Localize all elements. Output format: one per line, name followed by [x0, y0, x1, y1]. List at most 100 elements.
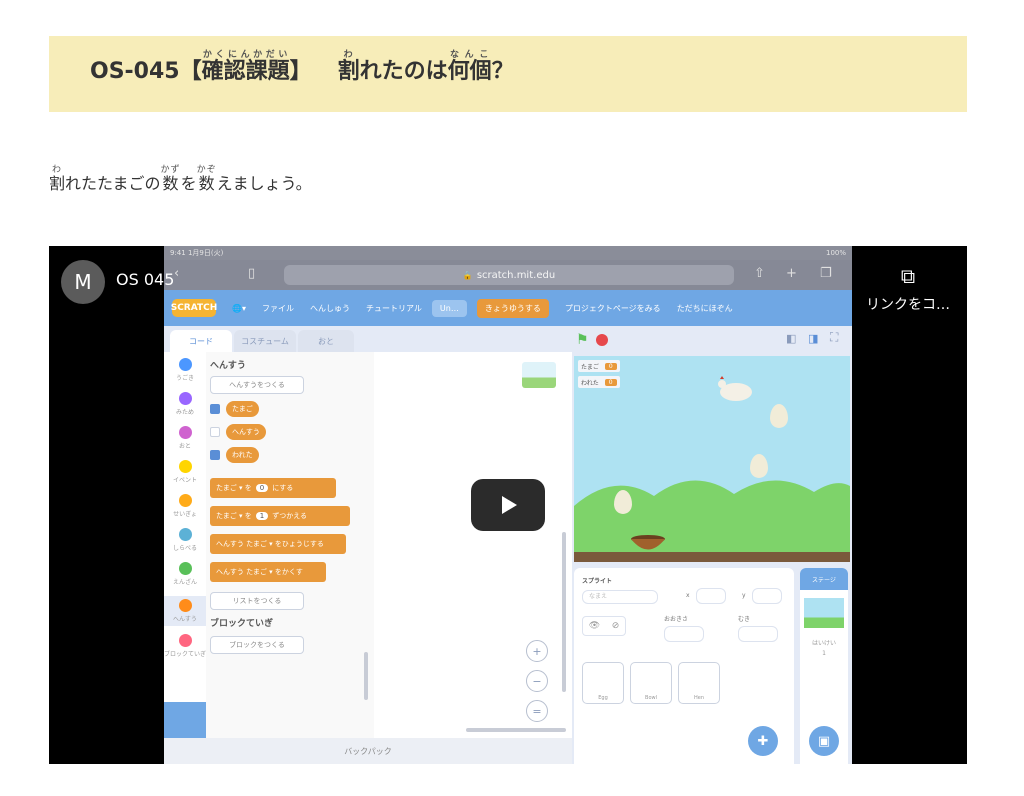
scratch-menubar: SCRATCH 🌐▾ ファイル へんしゅう チュートリアル Un… きょうゆうす… [164, 290, 852, 326]
block-set-variable: たまご ▾ を 0 にする [210, 478, 336, 498]
add-backdrop-button: ▣ [809, 726, 839, 756]
zoom-reset-button: = [526, 700, 548, 722]
instruction-text: 割わ れたたまごの 数かず を 数かぞ えましょう。 [49, 165, 312, 193]
palette-heading-my-blocks: ブロックていぎ [210, 619, 274, 629]
block-hide-variable: へんすう たまご ▾ をかくす [210, 562, 326, 582]
safari-bar: ‹ ▯ 🔒 scratch.mit.edu ⇧ + ❐ [164, 260, 852, 290]
play-button[interactable] [471, 479, 545, 531]
category-looks: みため [164, 392, 206, 416]
egg-sprite [770, 404, 788, 428]
var-checkbox-wareta [210, 450, 220, 460]
tab-code: コード [170, 330, 232, 352]
sprite-name-field: なまえ [582, 590, 658, 604]
direction-field [738, 626, 778, 642]
sprite-thumb-bowl: Bowl [630, 662, 672, 704]
copy-link-button[interactable]: ⧉ リンクをコ… [858, 264, 958, 314]
category-my-blocks: ブロックていぎ [164, 634, 206, 658]
scratch-logo: SCRATCH [171, 299, 217, 317]
var-checkbox-hensuu [210, 427, 220, 437]
title-word-1: 確認課題かくにんかだい [201, 50, 290, 84]
small-stage-icon: ◧ [786, 332, 797, 345]
size-field [664, 626, 704, 642]
palette-heading-variables: へんすう [210, 361, 246, 371]
lock-icon: 🔒 [462, 270, 473, 280]
plus-icon: + [786, 266, 797, 281]
stage-tab: ステージ [800, 568, 848, 590]
menu-save-now: ただちにほぞん [676, 303, 733, 313]
category-motion: うごき [164, 358, 206, 382]
title-bracket: 】 [289, 59, 312, 84]
bowl-sprite [631, 535, 665, 550]
project-title-field: Un… [431, 299, 467, 317]
zoom-in-button: + [526, 640, 548, 662]
show-eye-icon: 👁 [588, 621, 601, 631]
block-change-variable: たまご ▾ を 1 ずつかえる [210, 506, 350, 526]
book-icon: ▯ [248, 266, 256, 281]
sprite-thumb-hen: Hen [678, 662, 720, 704]
make-list-button: リストをつくる [210, 592, 304, 610]
stage-canvas: たまご 0 われた 0 [574, 356, 850, 562]
title-word-3: 何個なんこ [447, 50, 492, 84]
category-control: せいぎょ [164, 494, 206, 518]
y-field [752, 588, 782, 604]
hide-eye-icon: ⊘ [611, 621, 620, 631]
page-title: OS-045【 確認課題かくにんかだい 】 割わ れたのは 何個なんこ ？ [90, 50, 514, 85]
share-icon: ⇧ [754, 266, 765, 281]
video-title[interactable]: OS 045 [116, 270, 174, 289]
share-button: きょうゆうする [476, 298, 549, 318]
egg-sprite [614, 490, 632, 514]
script-scrollbar-vertical [562, 532, 566, 692]
monitor-wareta: われた 0 [578, 376, 620, 388]
var-checkbox-tamago [210, 404, 220, 414]
menu-tutorial: チュートリアル [365, 303, 422, 313]
x-field [696, 588, 726, 604]
back-icon: ‹ [174, 266, 180, 281]
title-mid: れたのは [359, 59, 448, 84]
menu-edit: へんしゅう [309, 303, 350, 313]
zoom-out-button: − [526, 670, 548, 692]
category-sound: おと [164, 426, 206, 450]
hills-backdrop [574, 480, 850, 556]
url-field: 🔒 scratch.mit.edu [284, 265, 734, 285]
script-scrollbar-horizontal [466, 728, 566, 732]
backdrops-label: はいけい [811, 640, 836, 647]
block-show-variable: へんすう たまご ▾ をひょうじする [210, 534, 346, 554]
sprite-thumb-egg: Egg [582, 662, 624, 704]
block-categories: うごき みため おと イベント せいぎょ しらべる えんざん へんすう ブロック… [164, 352, 207, 764]
visibility-toggle: 👁 ⊘ [582, 616, 626, 636]
green-flag-icon: ⚑ [576, 332, 589, 348]
tab-costumes: コスチューム [234, 330, 296, 352]
stop-icon [596, 334, 608, 346]
channel-avatar[interactable]: M [61, 260, 105, 304]
video-player[interactable]: 9:41 1月9日(火) 100% ‹ ▯ 🔒 scratch.mit.edu ⇧ … [49, 246, 967, 764]
title-code: OS-045【 [90, 59, 202, 84]
stage-thumbnail-icon [522, 362, 556, 388]
title-end: ？ [491, 59, 514, 84]
category-variables: へんすう [164, 596, 206, 626]
backdrop-thumbnail [804, 598, 844, 628]
backpack: バックパック [164, 738, 572, 764]
add-sprite-button: ✚ [748, 726, 778, 756]
x-label: x [686, 592, 690, 599]
hen-sprite [718, 376, 752, 401]
globe-icon: 🌐▾ [232, 303, 246, 313]
var-hensuu: へんすう [226, 424, 266, 440]
ground [574, 552, 850, 562]
play-icon [502, 496, 517, 514]
large-stage-icon: ◨ [808, 332, 819, 345]
stage-panel: ステージ はいけい 1 ▣ [800, 568, 848, 764]
editor-tabs: コード コスチューム おと [164, 326, 572, 352]
y-label: y [742, 592, 746, 599]
fullscreen-icon: ⛶ [830, 330, 839, 344]
title-word-2: 割わ [337, 50, 360, 84]
menu-file: ファイル [261, 303, 294, 313]
tabs-icon: ❐ [820, 266, 832, 281]
make-variable-button: へんすうをつくる [210, 376, 304, 394]
size-label: おおきさ [664, 616, 689, 623]
menu-project-page: プロジェクトページをみる [564, 303, 661, 313]
category-operators: えんざん [164, 562, 206, 586]
palette-scrollbar [364, 652, 368, 700]
var-tamago: たまご [226, 401, 259, 417]
add-extension-button [164, 702, 206, 738]
monitor-tamago: たまご 0 [578, 360, 620, 372]
